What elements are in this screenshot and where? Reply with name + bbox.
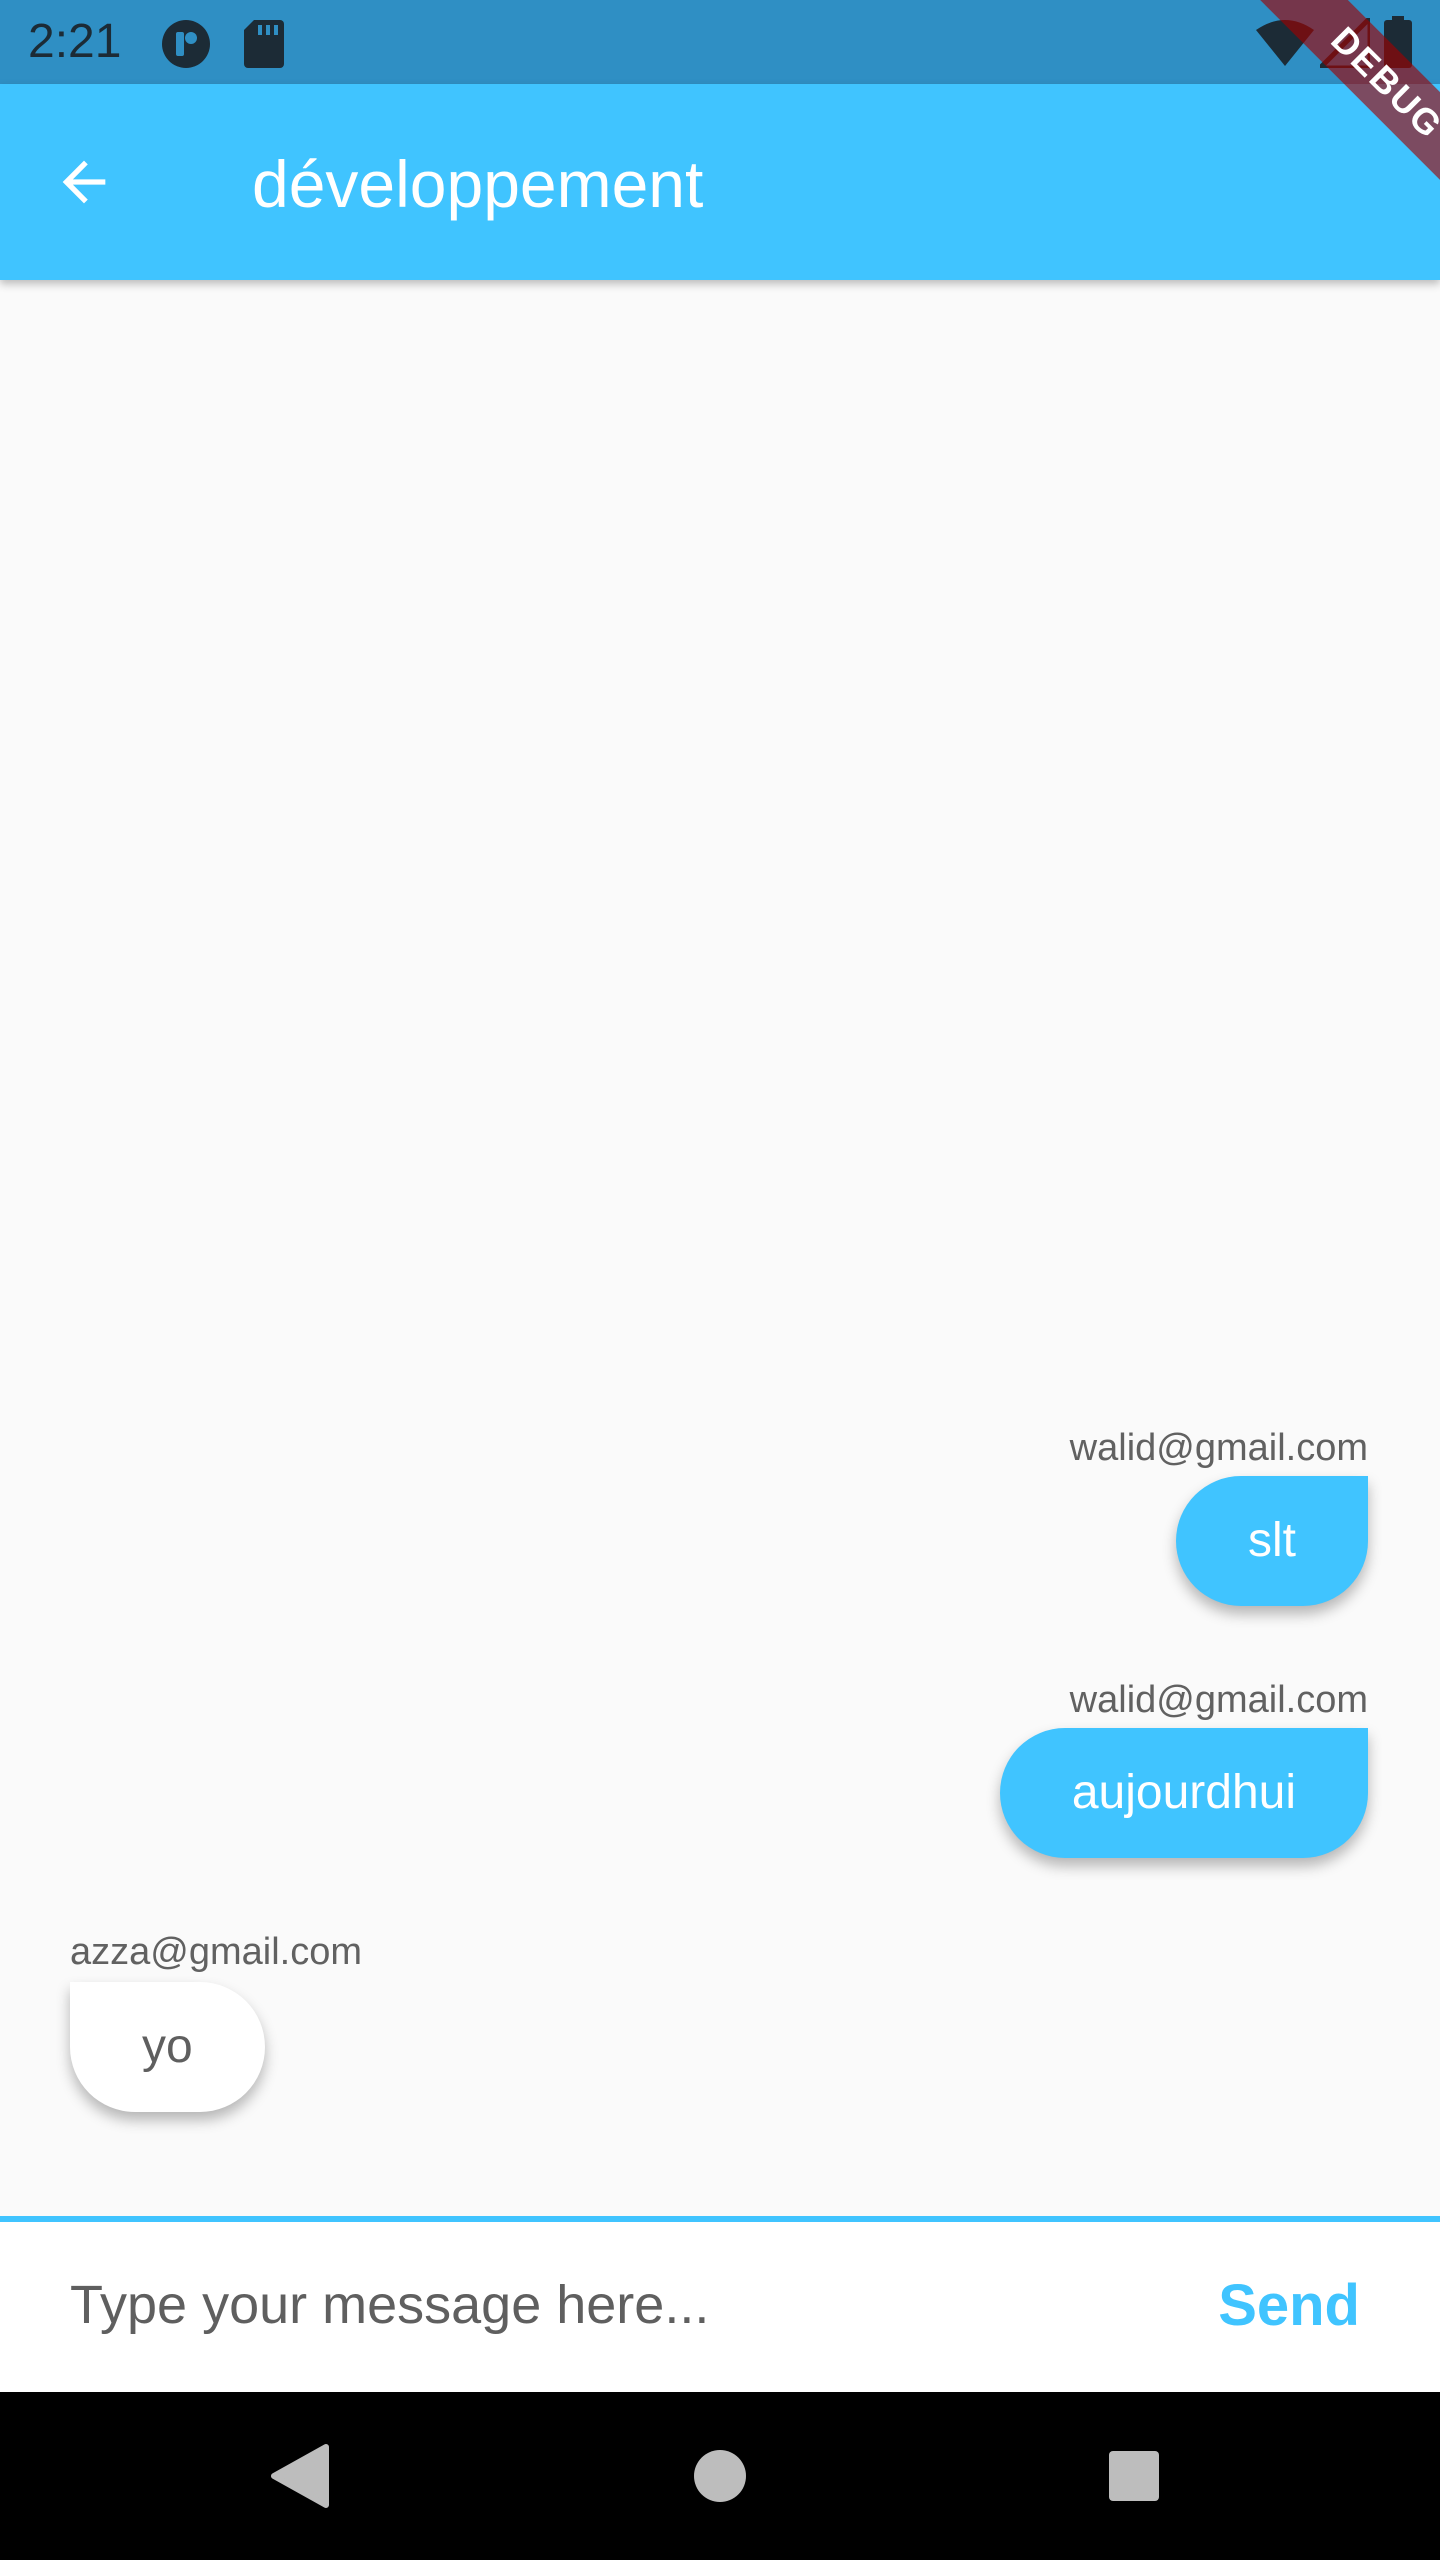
message-sender: walid@gmail.com [1069, 1679, 1368, 1721]
send-button[interactable]: Send [1218, 2266, 1360, 2346]
back-triangle-icon [271, 2444, 329, 2508]
message-bubble[interactable]: slt [1176, 1476, 1368, 1606]
status-time: 2:21 [28, 15, 122, 68]
back-button[interactable] [36, 134, 132, 230]
message-input[interactable] [60, 2260, 1140, 2350]
message-bubble[interactable]: yo [70, 1982, 265, 2112]
page-title: développement [252, 147, 704, 221]
battery-icon [1384, 16, 1412, 68]
message-sender: azza@gmail.com [70, 1931, 362, 1973]
app-bar: développement [0, 84, 1440, 280]
system-nav-bar [0, 2392, 1440, 2560]
status-bar: 2:21 [0, 0, 1440, 84]
message-bubble[interactable]: aujourdhui [999, 1728, 1368, 1858]
nav-home-button[interactable] [660, 2416, 780, 2536]
arrow-back-icon [62, 160, 106, 204]
wifi-icon [1256, 20, 1314, 66]
nav-back-button[interactable] [240, 2416, 360, 2536]
message-sender: walid@gmail.com [1069, 1427, 1368, 1469]
sd-card-icon [244, 20, 284, 68]
message-composer: Send [0, 2216, 1440, 2392]
recents-square-icon [1109, 2451, 1159, 2501]
app-notification-icon [162, 20, 210, 68]
home-circle-icon [694, 2450, 746, 2502]
cell-signal-icon [1320, 18, 1370, 68]
nav-recents-button[interactable] [1074, 2416, 1194, 2536]
